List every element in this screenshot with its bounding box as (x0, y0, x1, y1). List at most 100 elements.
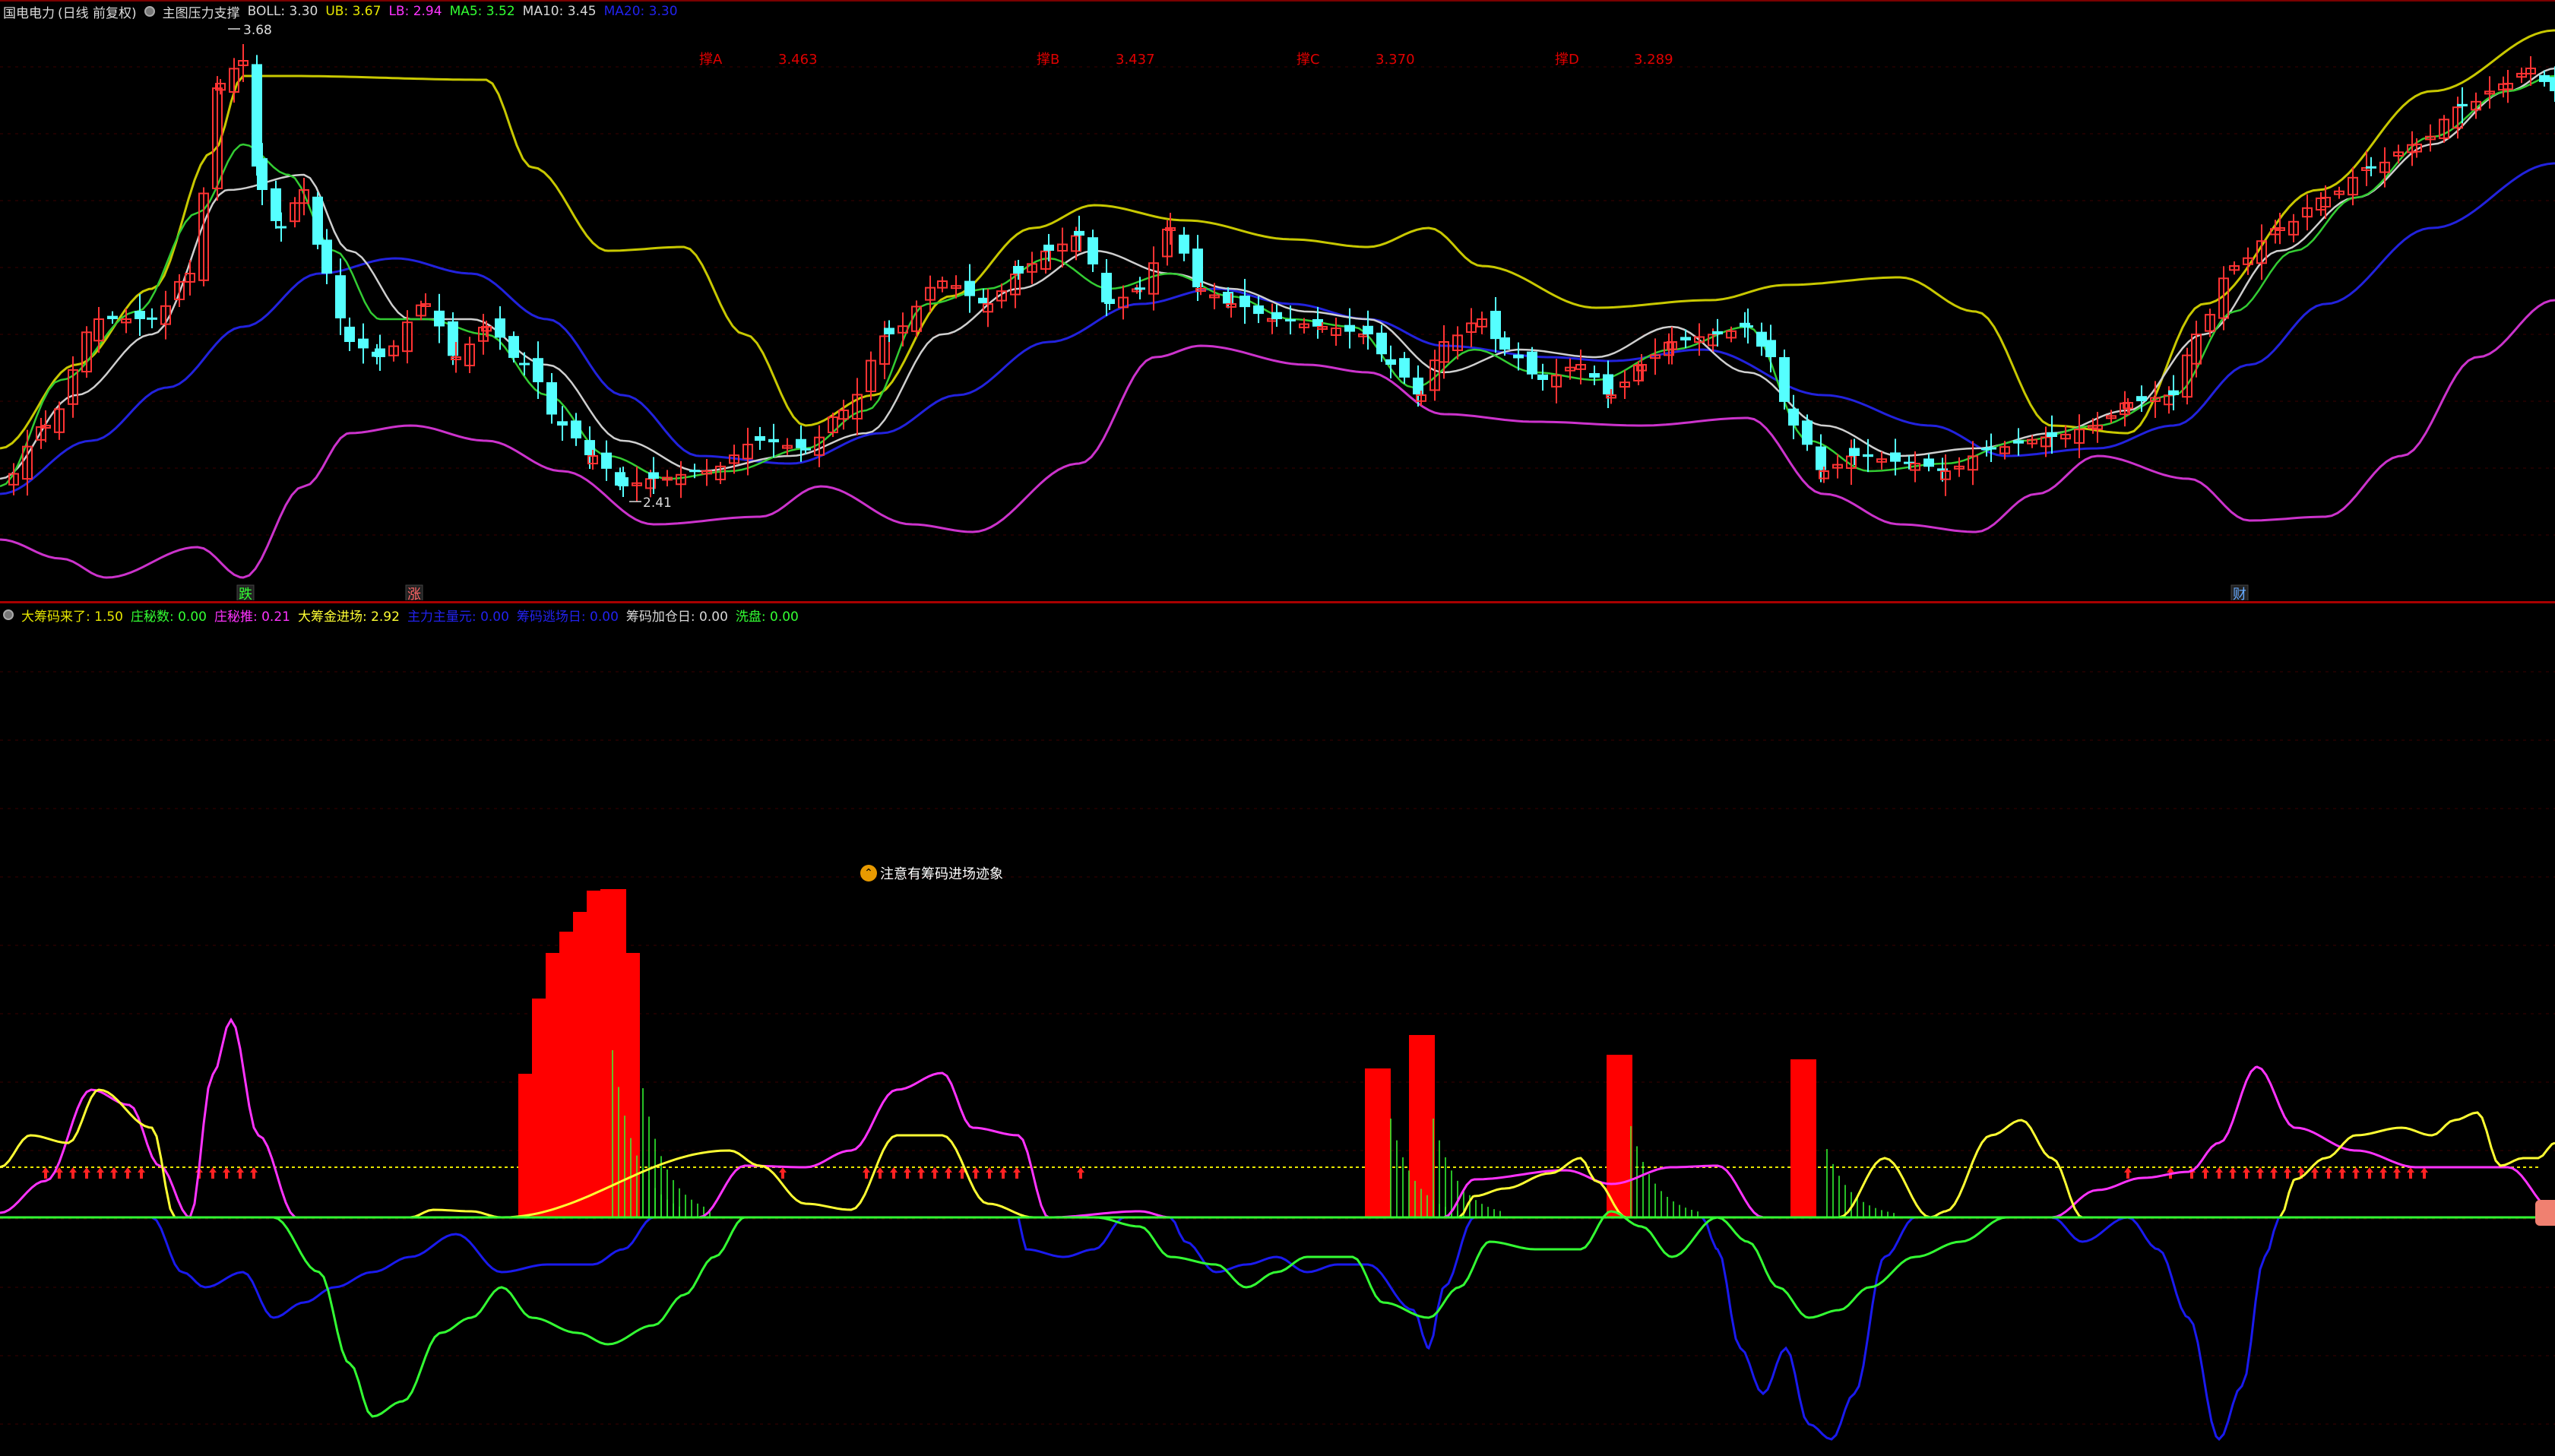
low-price-label: 2.41 (643, 495, 672, 511)
candle-down (1890, 452, 1901, 462)
high-price-label: 3.68 (243, 23, 272, 38)
price-chart[interactable]: 3.68 2.41 撑A 3.463 撑B 3.437 撑C 3.370 撑D 3.289 跌 涨 财 (0, 0, 2555, 600)
up-arrow-icon (236, 1167, 244, 1179)
support-label-name: 撑D (1555, 52, 1579, 68)
indicator-chart[interactable] (0, 603, 2555, 1454)
candle-down (1712, 331, 1723, 334)
candle-down (257, 158, 268, 190)
up-arrow-icon (2338, 1167, 2346, 1179)
candle-down (1385, 359, 1396, 365)
candle-down (312, 196, 323, 245)
candle-down (1013, 265, 1024, 274)
candle-down (434, 310, 445, 327)
candle-down (1849, 448, 1860, 456)
up-arrow-icon (209, 1167, 217, 1179)
up-arrow-icon (2325, 1167, 2332, 1179)
up-arrow-icon (2420, 1167, 2428, 1179)
candle-down (1344, 324, 1355, 332)
scroll-end-icon[interactable] (2535, 1200, 2555, 1226)
up-arrow-icon (42, 1167, 49, 1179)
candle-down (1986, 447, 1996, 450)
candle-down (252, 64, 262, 167)
candle-down (2457, 103, 2468, 106)
signal-mark: 涨 (407, 587, 421, 600)
chip-bar (1790, 1059, 1816, 1217)
up-arrow-icon (2393, 1167, 2401, 1179)
candle-down (375, 348, 385, 357)
candle-down (755, 435, 765, 441)
candle-down (618, 477, 628, 486)
candle-down (1376, 332, 1387, 355)
candle-down (557, 421, 568, 426)
up-arrow-icon (890, 1167, 898, 1179)
candle-down (1253, 305, 1264, 315)
candle-down (2136, 396, 2147, 401)
zhuang-mituo-line (0, 1018, 2555, 1220)
candle-down (648, 472, 659, 479)
candle-down (495, 318, 505, 338)
candle-down (571, 420, 581, 438)
candle-down (1312, 318, 1323, 327)
ma20-line (0, 162, 2555, 495)
boll-lower-line (0, 299, 2555, 579)
candle-down (147, 317, 157, 320)
support-label-value: 3.437 (1116, 52, 1155, 68)
candle-down (2539, 74, 2550, 82)
up-arrow-icon (876, 1167, 884, 1179)
up-arrow-icon (986, 1167, 993, 1179)
candle-down (2013, 440, 2024, 444)
support-label-value: 3.289 (1634, 52, 1673, 68)
candle-down (344, 326, 355, 342)
candle-down (1863, 454, 1873, 457)
up-arrow-icon (2366, 1167, 2373, 1179)
up-arrow-icon (1077, 1167, 1084, 1179)
support-label-value: 3.370 (1376, 52, 1415, 68)
candle-down (1088, 237, 1098, 264)
candle-down (1179, 234, 1189, 254)
up-arrow-icon (2311, 1167, 2319, 1179)
support-label-name: 撑C (1296, 52, 1320, 68)
candle-down (2366, 166, 2376, 169)
candle-down (546, 381, 557, 415)
up-arrow-icon (2215, 1167, 2223, 1179)
up-arrow-icon (2256, 1167, 2264, 1179)
main-chart-panel[interactable]: 国电电力 (日线 前复权) 主图压力支撑 BOLL: 3.30 UB: 3.67 L… (0, 0, 2555, 603)
candle-down (1192, 248, 1203, 288)
up-arrow-icon (110, 1167, 118, 1179)
candle-down (689, 470, 700, 473)
candle-down (358, 338, 369, 349)
up-arrow-icon (945, 1167, 952, 1179)
candle-down (533, 358, 543, 382)
candle-down (1788, 408, 1799, 426)
up-arrow-icon (97, 1167, 104, 1179)
candle-down (2168, 390, 2179, 395)
candle-down (1285, 319, 1296, 321)
candle-down (796, 438, 806, 448)
candle-down (1074, 230, 1084, 236)
candle-down (1816, 446, 1826, 470)
candle-down (1363, 325, 1373, 334)
indicator-panel[interactable]: 大筹码来了: 1.50 庄秘数: 0.00 庄秘推: 0.21 大筹金进场: 2.92… (0, 603, 2555, 1456)
up-arrow-icon (83, 1167, 90, 1179)
candle-down (1802, 420, 1813, 445)
candle-down (135, 311, 145, 319)
candle-down (884, 328, 894, 334)
up-arrow-icon (2229, 1167, 2237, 1179)
candle-down (276, 226, 287, 229)
candle-down (1104, 299, 1115, 304)
up-arrow-icon (972, 1167, 980, 1179)
big-money-line (0, 1088, 2555, 1219)
candle-down (2047, 432, 2057, 437)
candle-down (271, 188, 281, 221)
candle-down (1537, 374, 1548, 380)
candle-down (800, 448, 811, 451)
candle-down (1756, 331, 1767, 347)
candle-down (519, 362, 530, 366)
up-arrow-icon (138, 1167, 145, 1179)
up-arrow-icon (917, 1167, 925, 1179)
candle-down (508, 336, 519, 358)
signal-mark: 财 (2233, 587, 2246, 600)
annotation: ⌃ 注意有筹码进场迹象 (860, 863, 1003, 883)
candle-down (964, 280, 975, 296)
support-label-name: 撑B (1037, 52, 1059, 68)
